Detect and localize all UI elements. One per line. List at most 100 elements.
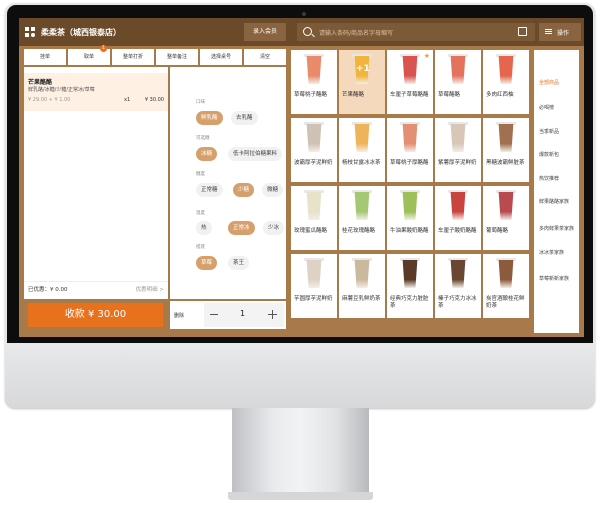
- tab-hold-order[interactable]: 挂单: [24, 49, 66, 65]
- category-item[interactable]: 当季新品: [539, 129, 575, 136]
- product-name: 葡萄酪酪: [486, 228, 509, 234]
- product-card[interactable]: 芋圆厚芋泥鲜奶: [291, 254, 337, 318]
- spec-group-title: 温度: [196, 211, 205, 216]
- tab-retrieve-order[interactable]: 取单 1: [68, 45, 110, 65]
- discount-amount: 已优惠：¥ 0.00: [28, 287, 68, 293]
- product-name: 牛油果酸奶酪酪: [390, 228, 429, 234]
- spec-option[interactable]: 少糖: [233, 183, 255, 197]
- tab-order-discount[interactable]: 整单打折: [112, 49, 154, 65]
- category-item[interactable]: 必喝榜: [539, 105, 575, 112]
- discount-row: 已优惠：¥ 0.00 优惠明细 >: [24, 281, 168, 296]
- drink-image: [354, 192, 370, 220]
- spec-option[interactable]: 热: [196, 221, 212, 235]
- product-card[interactable]: 榛子巧克力冰冰茶: [435, 254, 481, 318]
- drink-image: [306, 260, 322, 288]
- product-grid: 草莓桃子酪酪 +1 芒果酪酪 ★ 车厘子草莓酪酪 草莓酪酪 多肉红西柚波霸厚芋泥鲜奶 杨枝甘露…: [291, 50, 531, 335]
- product-card[interactable]: 经典巧克力脏脏茶: [387, 254, 433, 318]
- drink-image: [306, 192, 322, 220]
- product-card[interactable]: 玫瑰蜜瓜酪酪: [291, 186, 337, 250]
- spec-option[interactable]: 冰糖: [196, 147, 218, 161]
- discount-details-link[interactable]: 优惠明细 >: [136, 285, 164, 293]
- product-name: 麻薯豆乳鲜奶茶: [342, 296, 381, 302]
- store-grid-icon: [25, 27, 35, 37]
- product-card[interactable]: 牛油果酸奶酪酪: [387, 186, 433, 250]
- product-name: 紫薯厚芋泥鲜奶: [438, 160, 477, 166]
- order-action-tabs: 挂单 取单 1 整单打折 整单备注 选择桌号 清空: [24, 45, 286, 65]
- tab-select-table[interactable]: 选择桌号: [200, 49, 242, 65]
- monitor-chin: [5, 343, 595, 408]
- drink-image: [402, 56, 418, 84]
- category-item[interactable]: 鲜果酪酪家族: [539, 199, 575, 206]
- operations-button[interactable]: 操作: [539, 23, 581, 41]
- menu-icon: [545, 29, 552, 30]
- checkout-button[interactable]: 收款 ¥ 30.00: [28, 303, 163, 327]
- product-card[interactable]: 草莓酪酪: [435, 50, 481, 114]
- spec-option[interactable]: 正常冰: [228, 221, 255, 235]
- product-name: 炭官酒酿桂花鲜奶茶: [486, 296, 525, 309]
- spec-group-title: 糖度: [196, 172, 205, 177]
- tab-label: 取单: [83, 54, 94, 60]
- drink-image: [450, 124, 466, 152]
- product-card[interactable]: 车厘子酸奶酪酪: [435, 186, 481, 250]
- product-card[interactable]: +1 芒果酪酪: [339, 50, 385, 114]
- pos-screen: 柔柔茶（城西银泰店） 录入会员 请输入条码/商品名字母缩写 操作 挂单 取单 1 …: [19, 18, 584, 337]
- order-item-total: ¥ 30.00: [144, 97, 164, 103]
- delete-button[interactable]: 删除: [174, 312, 184, 319]
- product-card[interactable]: 草莓桃子酪酪: [291, 50, 337, 114]
- product-card[interactable]: 黑糖波霸鲜脏茶: [483, 118, 529, 182]
- category-item[interactable]: 热饮推荐: [539, 176, 575, 183]
- order-line-item[interactable]: 芒果酪酪 鲜乳酪/冰糖/少糖/正常冰/草莓 ¥ 29.00 + ¥ 1.00 x…: [24, 73, 168, 111]
- monitor-stand-base: [228, 492, 373, 500]
- order-item-qty: x1: [124, 97, 131, 103]
- minus-icon[interactable]: [210, 314, 218, 315]
- category-item[interactable]: 爆款新包: [539, 152, 575, 159]
- product-name: 波霸厚芋泥鲜奶: [294, 160, 333, 166]
- tab-label: 整单打折: [122, 54, 143, 60]
- spec-option[interactable]: 微糖: [262, 183, 284, 197]
- spec-option[interactable]: 茶王: [228, 256, 250, 270]
- drink-image: [354, 260, 370, 288]
- product-name: 芋圆厚芋泥鲜奶: [294, 296, 333, 302]
- tab-order-note[interactable]: 整单备注: [156, 49, 198, 65]
- camera-dot: [302, 12, 306, 16]
- tab-label: 清空: [259, 54, 270, 60]
- spec-option[interactable]: 鲜乳酪: [196, 111, 223, 125]
- star-icon: ★: [423, 52, 430, 60]
- tab-label: 挂单: [39, 54, 50, 60]
- spec-option[interactable]: 正常糖: [196, 183, 223, 197]
- tab-label: 选择桌号: [210, 54, 231, 60]
- product-name: 车厘子酸奶酪酪: [438, 228, 477, 234]
- product-card[interactable]: 葡萄酪酪: [483, 186, 529, 250]
- product-card[interactable]: 桂花玫瑰酪酪: [339, 186, 385, 250]
- spec-option[interactable]: 草莓: [196, 256, 218, 270]
- product-name: 经典巧克力脏脏茶: [390, 296, 429, 309]
- product-card[interactable]: 麻薯豆乳鲜奶茶: [339, 254, 385, 318]
- product-card[interactable]: ★ 车厘子草莓酪酪: [387, 50, 433, 114]
- product-card[interactable]: 波霸厚芋泥鲜奶: [291, 118, 337, 182]
- search-input[interactable]: 请输入条码/商品名字母缩写: [319, 28, 393, 37]
- header-right: 请输入条码/商品名字母缩写 操作: [291, 18, 584, 46]
- order-item-price: ¥ 29.00 + ¥ 1.00: [28, 97, 71, 103]
- spec-option[interactable]: 去乳酪: [231, 111, 258, 125]
- product-card[interactable]: 草莓桃子厚酪酪: [387, 118, 433, 182]
- drink-image: [402, 260, 418, 288]
- category-item[interactable]: 草莓新新家族: [539, 276, 575, 283]
- category-item[interactable]: 全部商品: [539, 80, 575, 87]
- order-item-spec: 鲜乳酪/冰糖/少糖/正常冰/草莓: [28, 87, 95, 93]
- spec-option[interactable]: 低卡阿拉伯糖果料: [228, 147, 283, 161]
- scan-icon[interactable]: [518, 27, 527, 36]
- product-card[interactable]: 紫薯厚芋泥鲜奶: [435, 118, 481, 182]
- product-name: 草莓桃子酪酪: [294, 92, 328, 98]
- search-bar[interactable]: 请输入条码/商品名字母缩写: [297, 23, 535, 41]
- category-item[interactable]: 冰冰茶家族: [539, 250, 575, 257]
- product-card[interactable]: 杨枝甘露冰冰茶: [339, 118, 385, 182]
- drink-image: [450, 260, 466, 288]
- product-card[interactable]: 多肉红西柚: [483, 50, 529, 114]
- drink-image: [450, 56, 466, 84]
- plus-icon[interactable]: [268, 310, 277, 319]
- product-card[interactable]: 炭官酒酿桂花鲜奶茶: [483, 254, 529, 318]
- member-entry-button[interactable]: 录入会员: [244, 23, 286, 41]
- category-item[interactable]: 多肉鲜果茶家族: [539, 226, 575, 233]
- spec-option[interactable]: 少冰: [263, 221, 285, 235]
- tab-clear[interactable]: 清空: [244, 49, 286, 65]
